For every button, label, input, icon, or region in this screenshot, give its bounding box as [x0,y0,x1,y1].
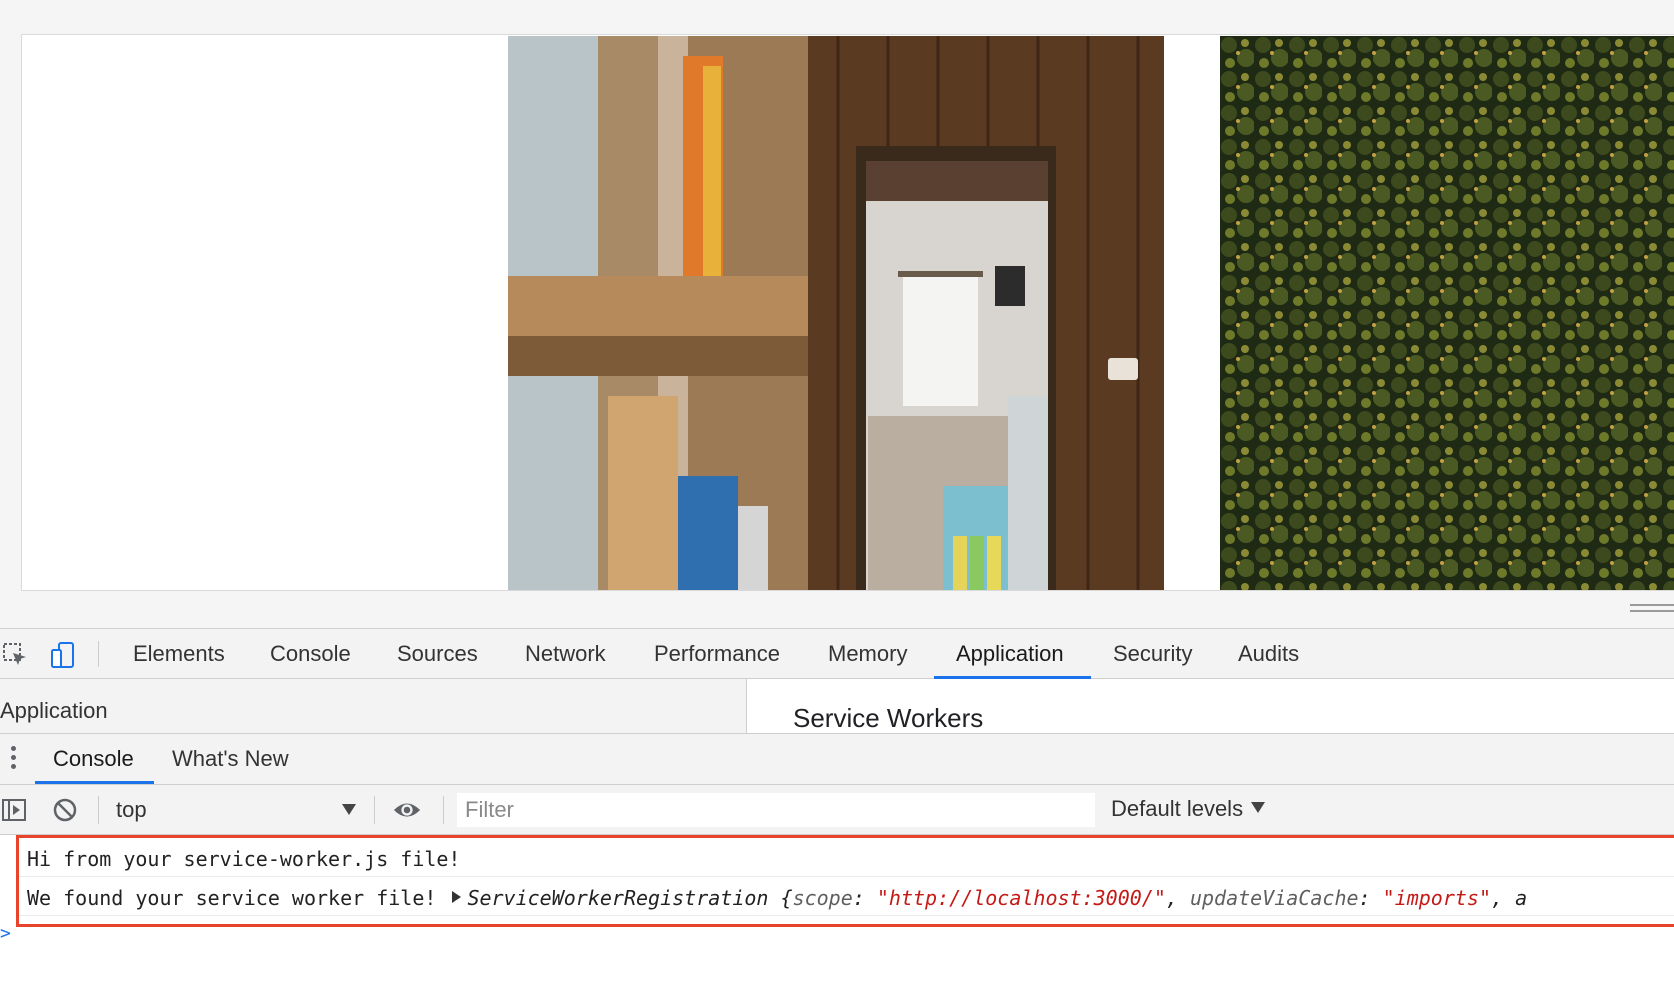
more-options-icon[interactable] [6,746,20,772]
log-levels-label: Default levels [1111,796,1244,821]
object-key-scope: scope [792,886,853,910]
console-message: Hi from your service-worker.js file! [27,847,461,871]
console-prompt-icon[interactable]: > [0,923,11,944]
toolbar-separator [98,641,99,667]
object-open-brace: { [768,886,793,910]
toolbar-separator [443,796,444,824]
chevron-down-icon [342,804,356,815]
live-expression-eye-icon[interactable] [392,796,422,824]
clear-console-icon[interactable] [50,796,80,824]
tab-performance[interactable]: Performance [654,629,780,679]
drawer-tab-console[interactable]: Console [53,734,134,784]
message-divider [18,876,1674,877]
inspect-element-icon[interactable] [0,641,30,669]
page-viewport [0,0,1674,628]
application-panel: Application Service Workers [0,679,1674,734]
key-separator: : [1358,886,1383,910]
drawer-tab-whats-new[interactable]: What's New [172,734,289,784]
application-sidebar-title: Application [0,698,108,723]
message-prefix: We found your service worker file! [27,886,449,910]
console-messages-area: Hi from your service-worker.js file! We … [0,835,1674,1001]
object-preview[interactable]: ServiceWorkerRegistration {scope: "http:… [467,886,1527,910]
tab-memory[interactable]: Memory [828,629,907,679]
chevron-down-icon [1251,802,1266,813]
devtools-panel: Elements Console Sources Network Perform… [0,628,1674,1001]
object-name: ServiceWorkerRegistration [467,886,769,910]
value-comma: , [1165,886,1190,910]
context-value: top [116,797,147,822]
message-divider [18,915,1674,916]
device-toolbar-icon[interactable] [48,641,78,669]
drawer-tab-bar: Console What's New [0,734,1674,785]
tab-console[interactable]: Console [270,629,351,679]
object-value-update-via-cache: "imports" [1382,886,1491,910]
object-tail: , a [1491,886,1528,910]
toolbar-separator [98,796,99,824]
tab-elements[interactable]: Elements [133,629,225,679]
sidebar-toggle-icon[interactable] [0,796,30,824]
resize-grip-icon[interactable] [1630,604,1674,616]
tab-security[interactable]: Security [1113,629,1192,679]
object-value-scope: "http://localhost:3000/" [876,886,1166,910]
active-drawer-tab-indicator [35,781,154,784]
toolbar-separator [374,796,375,824]
library-bookshelf-photo [508,36,1164,590]
object-key-update-via-cache: updateViaCache [1189,886,1359,910]
context-selector[interactable]: top [116,785,366,834]
key-separator: : [852,886,877,910]
application-sidebar: Application [0,679,747,733]
console-filter-input[interactable] [457,793,1095,827]
forest-aerial-photo [1220,36,1674,590]
expand-arrow-icon[interactable] [452,891,462,903]
tab-network[interactable]: Network [525,629,606,679]
tab-audits[interactable]: Audits [1238,629,1299,679]
console-toolbar: top Default levels [0,785,1674,835]
tab-application[interactable]: Application [956,629,1064,679]
service-workers-title: Service Workers [793,703,984,733]
console-message: We found your service worker file! Servi… [27,886,1527,910]
log-levels-dropdown[interactable]: Default levels [1111,796,1266,822]
devtools-main-toolbar: Elements Console Sources Network Perform… [0,628,1674,679]
tab-sources[interactable]: Sources [397,629,478,679]
